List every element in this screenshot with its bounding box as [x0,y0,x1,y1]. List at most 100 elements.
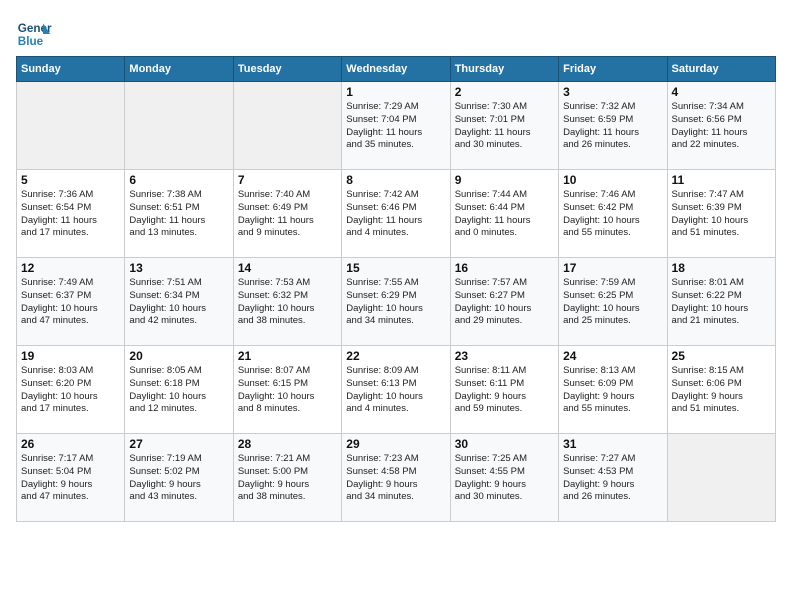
day-cell: 22 Sunrise: 8:09 AM Sunset: 6:13 PM Dayli… [342,346,450,434]
day-number: 29 [346,437,445,451]
day-cell: 23Sunrise: 8:11 AM Sunset: 6:11 PM Dayli… [450,346,558,434]
day-cell: 4 Sunrise: 7:34 AM Sunset: 6:56 PM Daylig… [667,82,775,170]
day-cell: 2 Sunrise: 7:30 AM Sunset: 7:01 PM Daylig… [450,82,558,170]
day-number: 23 [455,349,554,363]
day-cell: 16 Sunrise: 7:57 AM Sunset: 6:27 PM Dayli… [450,258,558,346]
day-cell: 5 Sunrise: 7:36 AM Sunset: 6:54 PM Daylig… [17,170,125,258]
weekday-header-saturday: Saturday [667,57,775,82]
day-cell: 7 Sunrise: 7:40 AM Sunset: 6:49 PM Daylig… [233,170,341,258]
day-cell: 8 Sunrise: 7:42 AM Sunset: 6:46 PM Daylig… [342,170,450,258]
day-cell [17,82,125,170]
day-number: 11 [672,173,771,187]
day-number: 15 [346,261,445,275]
day-cell [667,434,775,522]
day-number: 25 [672,349,771,363]
day-number: 31 [563,437,662,451]
day-info: Sunrise: 8:13 AM Sunset: 6:09 PM Dayligh… [563,365,662,416]
day-number: 20 [129,349,228,363]
day-number: 14 [238,261,337,275]
week-row-4: 19 Sunrise: 8:03 AM Sunset: 6:20 PM Dayli… [17,346,776,434]
week-row-2: 5 Sunrise: 7:36 AM Sunset: 6:54 PM Daylig… [17,170,776,258]
day-number: 10 [563,173,662,187]
day-cell: 3Sunrise: 7:32 AM Sunset: 6:59 PM Daylig… [559,82,667,170]
day-number: 13 [129,261,228,275]
day-info: Sunrise: 7:51 AM Sunset: 6:34 PM Dayligh… [129,277,228,328]
calendar: SundayMondayTuesdayWednesdayThursdayFrid… [16,56,776,522]
day-info: Sunrise: 8:03 AM Sunset: 6:20 PM Dayligh… [21,365,120,416]
day-info: Sunrise: 7:59 AM Sunset: 6:25 PM Dayligh… [563,277,662,328]
day-info: Sunrise: 7:27 AM Sunset: 4:53 PM Dayligh… [563,453,662,504]
day-number: 27 [129,437,228,451]
day-info: Sunrise: 7:19 AM Sunset: 5:02 PM Dayligh… [129,453,228,504]
day-cell: 21 Sunrise: 8:07 AM Sunset: 6:15 PM Dayli… [233,346,341,434]
day-info: Sunrise: 7:23 AM Sunset: 4:58 PM Dayligh… [346,453,445,504]
day-number: 24 [563,349,662,363]
weekday-header-monday: Monday [125,57,233,82]
day-cell: 28 Sunrise: 7:21 AM Sunset: 5:00 PM Dayli… [233,434,341,522]
header: General Blue [16,16,776,52]
day-info: Sunrise: 8:01 AM Sunset: 6:22 PM Dayligh… [672,277,771,328]
day-cell: 20 Sunrise: 8:05 AM Sunset: 6:18 PM Dayli… [125,346,233,434]
day-info: Sunrise: 7:30 AM Sunset: 7:01 PM Dayligh… [455,101,554,152]
day-info: Sunrise: 7:40 AM Sunset: 6:49 PM Dayligh… [238,189,337,240]
day-number: 2 [455,85,554,99]
day-number: 26 [21,437,120,451]
day-info: Sunrise: 8:15 AM Sunset: 6:06 PM Dayligh… [672,365,771,416]
day-number: 9 [455,173,554,187]
day-number: 16 [455,261,554,275]
day-cell: 9Sunrise: 7:44 AM Sunset: 6:44 PM Daylig… [450,170,558,258]
day-cell: 26 Sunrise: 7:17 AM Sunset: 5:04 PM Dayli… [17,434,125,522]
day-info: Sunrise: 7:36 AM Sunset: 6:54 PM Dayligh… [21,189,120,240]
day-info: Sunrise: 7:49 AM Sunset: 6:37 PM Dayligh… [21,277,120,328]
day-info: Sunrise: 7:55 AM Sunset: 6:29 PM Dayligh… [346,277,445,328]
day-cell: 25 Sunrise: 8:15 AM Sunset: 6:06 PM Dayli… [667,346,775,434]
day-number: 28 [238,437,337,451]
week-row-5: 26 Sunrise: 7:17 AM Sunset: 5:04 PM Dayli… [17,434,776,522]
day-info: Sunrise: 7:29 AM Sunset: 7:04 PM Dayligh… [346,101,445,152]
logo-icon: General Blue [16,16,52,52]
day-info: Sunrise: 7:47 AM Sunset: 6:39 PM Dayligh… [672,189,771,240]
day-number: 18 [672,261,771,275]
calendar-header: SundayMondayTuesdayWednesdayThursdayFrid… [17,57,776,82]
weekday-header-friday: Friday [559,57,667,82]
weekday-header-thursday: Thursday [450,57,558,82]
day-info: Sunrise: 7:53 AM Sunset: 6:32 PM Dayligh… [238,277,337,328]
day-number: 4 [672,85,771,99]
day-cell: 31 Sunrise: 7:27 AM Sunset: 4:53 PM Dayli… [559,434,667,522]
day-cell: 18 Sunrise: 8:01 AM Sunset: 6:22 PM Dayli… [667,258,775,346]
day-cell: 17Sunrise: 7:59 AM Sunset: 6:25 PM Dayli… [559,258,667,346]
day-number: 8 [346,173,445,187]
day-info: Sunrise: 7:32 AM Sunset: 6:59 PM Dayligh… [563,101,662,152]
day-info: Sunrise: 7:57 AM Sunset: 6:27 PM Dayligh… [455,277,554,328]
day-info: Sunrise: 8:07 AM Sunset: 6:15 PM Dayligh… [238,365,337,416]
day-info: Sunrise: 8:05 AM Sunset: 6:18 PM Dayligh… [129,365,228,416]
day-info: Sunrise: 7:42 AM Sunset: 6:46 PM Dayligh… [346,189,445,240]
day-number: 7 [238,173,337,187]
weekday-row: SundayMondayTuesdayWednesdayThursdayFrid… [17,57,776,82]
day-info: Sunrise: 7:34 AM Sunset: 6:56 PM Dayligh… [672,101,771,152]
day-number: 12 [21,261,120,275]
svg-text:Blue: Blue [18,35,44,48]
day-info: Sunrise: 8:09 AM Sunset: 6:13 PM Dayligh… [346,365,445,416]
day-cell: 29 Sunrise: 7:23 AM Sunset: 4:58 PM Dayli… [342,434,450,522]
day-number: 5 [21,173,120,187]
day-info: Sunrise: 7:46 AM Sunset: 6:42 PM Dayligh… [563,189,662,240]
weekday-header-wednesday: Wednesday [342,57,450,82]
week-row-3: 12 Sunrise: 7:49 AM Sunset: 6:37 PM Dayli… [17,258,776,346]
day-cell: 13 Sunrise: 7:51 AM Sunset: 6:34 PM Dayli… [125,258,233,346]
day-info: Sunrise: 7:38 AM Sunset: 6:51 PM Dayligh… [129,189,228,240]
day-info: Sunrise: 7:21 AM Sunset: 5:00 PM Dayligh… [238,453,337,504]
day-cell: 14 Sunrise: 7:53 AM Sunset: 6:32 PM Dayli… [233,258,341,346]
weekday-header-sunday: Sunday [17,57,125,82]
day-info: Sunrise: 7:17 AM Sunset: 5:04 PM Dayligh… [21,453,120,504]
calendar-body: 1Sunrise: 7:29 AM Sunset: 7:04 PM Daylig… [17,82,776,522]
day-number: 22 [346,349,445,363]
day-number: 21 [238,349,337,363]
week-row-1: 1Sunrise: 7:29 AM Sunset: 7:04 PM Daylig… [17,82,776,170]
day-number: 6 [129,173,228,187]
day-number: 19 [21,349,120,363]
day-cell [125,82,233,170]
day-cell: 15 Sunrise: 7:55 AM Sunset: 6:29 PM Dayli… [342,258,450,346]
day-cell: 24 Sunrise: 8:13 AM Sunset: 6:09 PM Dayli… [559,346,667,434]
weekday-header-tuesday: Tuesday [233,57,341,82]
